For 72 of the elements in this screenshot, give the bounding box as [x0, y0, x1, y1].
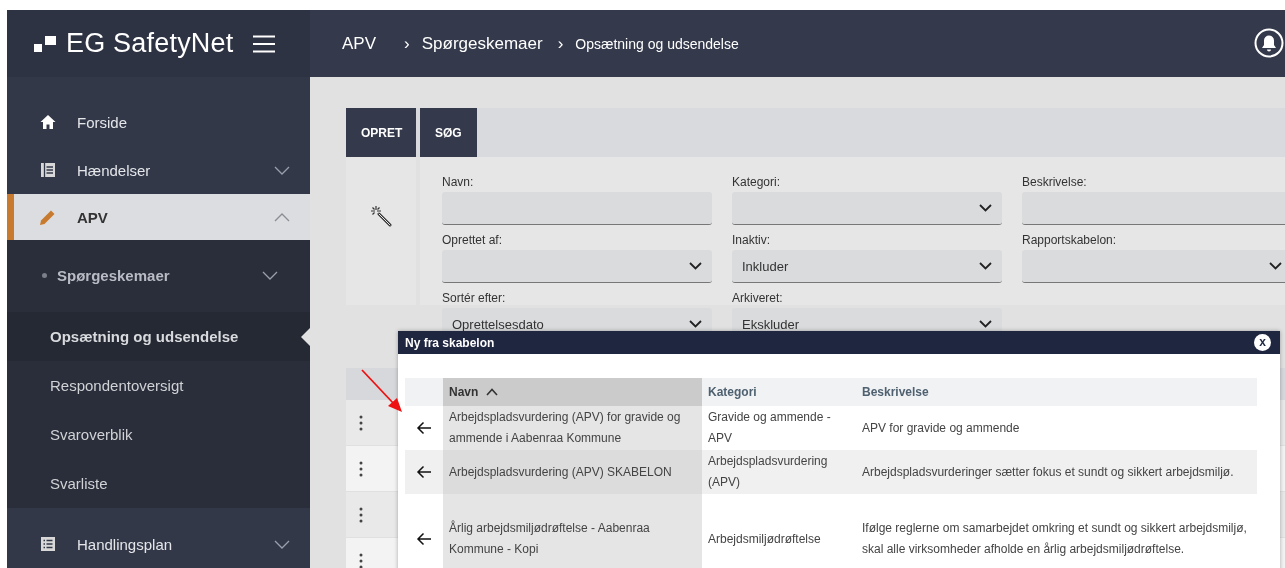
table-cell: Arbejdspladsvurdering (APV) for gravide og ammende i Aabenraa Kommune: [443, 406, 702, 450]
list-icon: [39, 536, 57, 552]
table-cell-text: APV for gravide og ammende: [861, 419, 1021, 437]
tab[interactable]: OPRET: [346, 108, 416, 157]
select-field[interactable]: [732, 192, 1002, 225]
select-field[interactable]: Inkluder: [732, 250, 1002, 283]
sidebar-item[interactable]: APV: [7, 194, 310, 240]
book-icon: [39, 162, 57, 178]
field-label: Kategori:: [732, 175, 782, 189]
table-cell-text: Arbejdspladsvurderinger sætter fokus et sundt og sikkert arbejdsmiljø.: [861, 463, 1235, 481]
arrow-left-icon[interactable]: [416, 465, 432, 479]
sidebar-item[interactable]: Handlingsplan: [7, 520, 310, 568]
select-field[interactable]: [1022, 250, 1285, 283]
column-header[interactable]: Kategori: [702, 378, 856, 406]
tab[interactable]: SØG: [420, 108, 477, 157]
kebab-icon[interactable]: [359, 506, 363, 523]
logo-text: EG SafetyNet: [66, 28, 234, 59]
text-field[interactable]: [1022, 192, 1285, 225]
chevron-up-icon: [274, 212, 290, 222]
column-header[interactable]: Beskrivelse: [856, 378, 1257, 406]
arrow-left-icon[interactable]: [416, 421, 432, 435]
arrow-left-icon[interactable]: [416, 532, 432, 546]
chevron-down-icon: [979, 320, 992, 328]
sidebar-item[interactable]: Hændelser: [7, 146, 310, 194]
chevron-down-icon: [262, 271, 278, 280]
submenu-item[interactable]: Svarliste: [7, 459, 310, 508]
chevron-down-icon: [274, 165, 290, 175]
chevron-down-icon: [979, 204, 992, 212]
breadcrumb-separator: ›: [557, 33, 564, 54]
submenu-item[interactable]: Spørgeskemaer: [7, 251, 310, 300]
pencil-icon: [39, 208, 57, 226]
table-cell: Arbejdspladsvurdering (APV) SKABELON: [443, 450, 702, 494]
table-cell: Årlig arbejdsmiljødrøftelse - Aabenraa Kommune - Kopi: [443, 494, 702, 568]
magic-wand-icon[interactable]: [370, 205, 392, 227]
field-label: Oprettet af:: [442, 233, 504, 247]
breadcrumb-item[interactable]: Spørgeskemaer: [421, 33, 543, 54]
chevron-down-icon: [274, 539, 290, 549]
breadcrumb-item[interactable]: APV: [342, 33, 377, 54]
chevron-down-icon: [689, 320, 702, 328]
home-icon: [39, 114, 57, 130]
kebab-icon[interactable]: [359, 414, 363, 431]
pointer-arrow: [360, 368, 404, 414]
table-cell-text: Arbejdsmiljødrøftelse: [707, 530, 822, 548]
submenu-item[interactable]: Opsætning og udsendelse: [7, 312, 310, 361]
sidebar-item[interactable]: Forside: [7, 98, 310, 146]
column-header[interactable]: Navn: [443, 378, 702, 406]
field-label: Sortér efter:: [442, 291, 507, 305]
close-button[interactable]: x: [1254, 334, 1271, 351]
bell-icon[interactable]: [1254, 28, 1284, 58]
kebab-icon[interactable]: [359, 460, 363, 477]
field-label: Arkiveret:: [732, 291, 784, 305]
table-cell-text: Arbejdspladsvurdering (APV): [707, 453, 829, 491]
caret-up-icon: [486, 388, 499, 396]
table-cell-text: Gravide og ammende - APV: [707, 409, 832, 447]
field-label: Rapportskabelon:: [1022, 233, 1118, 247]
chevron-down-icon: [689, 262, 702, 270]
breadcrumb-item[interactable]: Opsætning og udsendelse: [575, 35, 739, 52]
submenu-item[interactable]: Respondentoversigt: [7, 361, 310, 410]
kebab-icon[interactable]: [359, 552, 363, 568]
field-label: Inaktiv:: [732, 233, 771, 247]
table-cell-text: Ifølge reglerne om samarbejdet omkring et sundt og sikkert arbejdsmiljø, skal alle virksomheder afholde en årlig arbejdsmiljødrøftelse.: [861, 520, 1248, 558]
menu-icon[interactable]: [253, 34, 276, 53]
logo-icon: [34, 35, 56, 52]
submenu-item[interactable]: Svaroverblik: [7, 410, 310, 459]
select-field[interactable]: [442, 250, 712, 283]
breadcrumb-separator: ›: [404, 33, 410, 54]
field-label: Beskrivelse:: [1022, 175, 1088, 189]
chevron-down-icon: [1269, 262, 1282, 270]
text-field[interactable]: [442, 192, 712, 225]
field-label: Navn:: [442, 175, 475, 189]
chevron-down-icon: [979, 262, 992, 270]
bullet-icon: [42, 273, 47, 278]
